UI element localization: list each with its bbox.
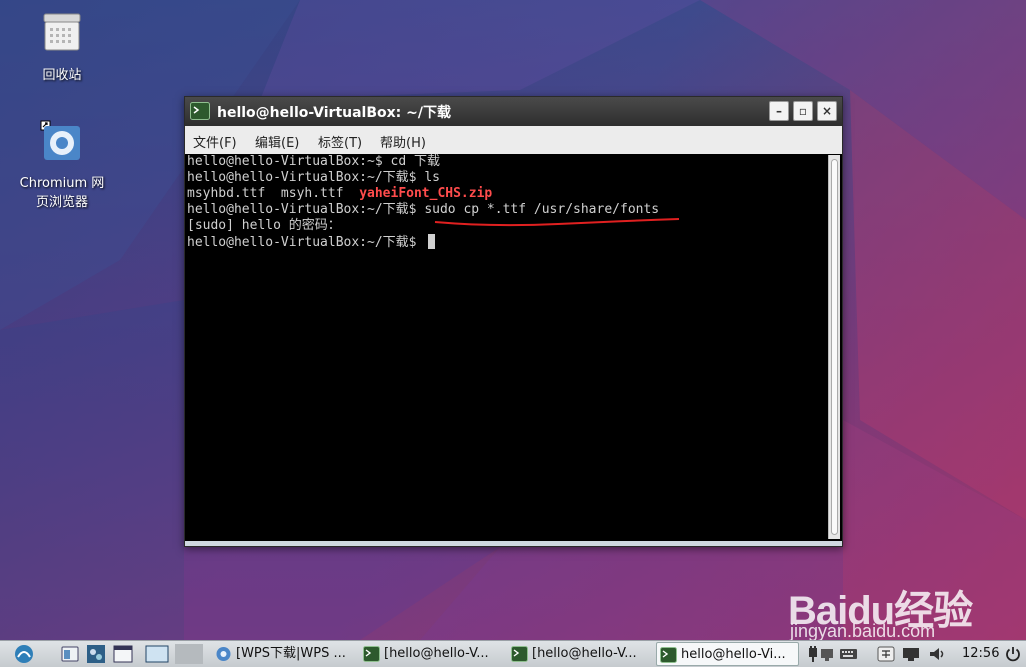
file-manager-icon[interactable] xyxy=(60,644,80,664)
window-titlebar[interactable]: hello@hello-VirtualBox: ~/下载 – ▫ × xyxy=(185,97,842,126)
terminal-scrollbar[interactable] xyxy=(828,155,840,539)
scrollbar-thumb[interactable] xyxy=(831,159,838,535)
terminal-icon xyxy=(363,646,380,662)
menu-file[interactable]: 文件(F) xyxy=(193,132,237,151)
task-terminal-active[interactable]: hello@hello-Vi... xyxy=(656,642,799,666)
terminal-window: hello@hello-VirtualBox: ~/下载 – ▫ × 文件(F)… xyxy=(184,96,843,547)
chromium-icon xyxy=(40,120,80,160)
red-underline-annotation xyxy=(434,218,680,227)
menubar: 文件(F) 编辑(E) 标签(T) 帮助(H) xyxy=(185,126,842,154)
minimize-button[interactable]: – xyxy=(769,101,789,121)
terminal-line: msyhbd.ttf msyh.ttf yaheiFont_CHS.zip xyxy=(187,186,492,202)
chromium-icon xyxy=(216,647,231,661)
power-icon[interactable] xyxy=(1004,645,1022,663)
close-button[interactable]: × xyxy=(817,101,837,121)
volume-icon[interactable] xyxy=(928,645,946,663)
maximize-button[interactable]: ▫ xyxy=(793,101,813,121)
task-terminal-2[interactable]: [hello@hello-V... xyxy=(508,642,653,666)
window-title: hello@hello-VirtualBox: ~/下载 xyxy=(217,105,451,121)
terminal-line: hello@hello-VirtualBox:~/下载$ ls xyxy=(187,170,440,185)
menu-tabs[interactable]: 标签(T) xyxy=(318,132,362,151)
input-method-icon[interactable] xyxy=(877,645,895,663)
task-wps-download[interactable]: [WPS下载|WPS ... xyxy=(212,642,357,666)
terminal-line: hello@hello-VirtualBox:~$ cd 下载 xyxy=(187,154,440,169)
menu-edit[interactable]: 编辑(E) xyxy=(255,132,299,151)
desktop-icon-trash[interactable]: 回收站 xyxy=(12,10,112,85)
watermark-url: jingyan.baidu.com xyxy=(790,621,936,640)
terminal-icon xyxy=(511,646,528,662)
taskbar-spacer xyxy=(175,644,203,664)
task-label: [WPS下载|WPS ... xyxy=(236,646,346,661)
terminal-app-icon xyxy=(190,102,210,120)
task-label: [hello@hello-V... xyxy=(384,646,489,661)
display-icon[interactable] xyxy=(902,645,920,663)
network-icon[interactable] xyxy=(818,645,836,663)
start-menu-icon[interactable] xyxy=(14,644,34,664)
menu-help[interactable]: 帮助(H) xyxy=(380,132,426,151)
terminal-prompt: hello@hello-VirtualBox:~/下载$ xyxy=(187,235,425,250)
desktop-icon-label: 回收站 xyxy=(42,68,82,83)
ls-output-files: msyhbd.ttf msyh.ttf xyxy=(187,186,360,201)
desktop-icon-chromium[interactable]: Chromium 网 页浏览器 xyxy=(12,120,112,212)
taskbar: [WPS下载|WPS ... [hello@hello-V... [hello@… xyxy=(0,640,1026,667)
trash-icon xyxy=(43,13,81,51)
terminal-prompt-line: hello@hello-VirtualBox:~/下载$ xyxy=(187,234,436,251)
window-list-icon[interactable] xyxy=(113,644,133,664)
terminal-line: [sudo] hello 的密码： xyxy=(187,218,341,233)
terminal-output[interactable]: hello@hello-VirtualBox:~$ cd 下载 hello@he… xyxy=(185,154,842,541)
keyboard-icon[interactable] xyxy=(838,645,858,663)
task-label: hello@hello-Vi... xyxy=(681,647,786,662)
desktop-icon-label: Chromium 网 页浏览器 xyxy=(19,176,105,210)
terminal-cursor xyxy=(428,234,436,249)
clock[interactable]: 12:56 xyxy=(962,646,999,661)
show-desktop-icon[interactable] xyxy=(145,644,169,664)
ls-output-zip: yaheiFont_CHS.zip xyxy=(359,186,493,201)
window-bottom-edge xyxy=(185,541,842,546)
network-tool-icon[interactable] xyxy=(86,644,106,664)
terminal-icon xyxy=(660,647,677,663)
task-label: [hello@hello-V... xyxy=(532,646,637,661)
task-terminal-1[interactable]: [hello@hello-V... xyxy=(360,642,505,666)
